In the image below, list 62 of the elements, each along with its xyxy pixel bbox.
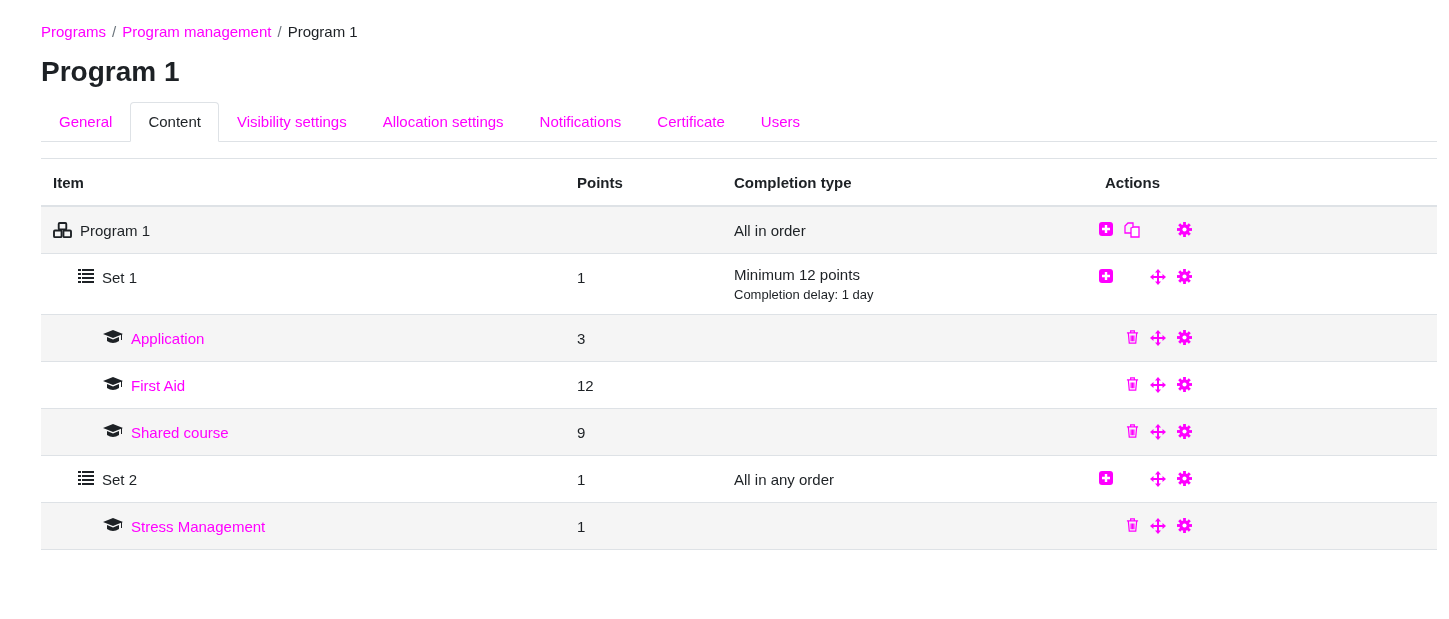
breadcrumb-current: Program 1 bbox=[287, 22, 358, 40]
move-icon[interactable] bbox=[1150, 518, 1166, 534]
settings-icon[interactable] bbox=[1176, 424, 1192, 439]
cubes-icon bbox=[53, 222, 72, 239]
breadcrumb-link[interactable]: Program management bbox=[122, 22, 272, 40]
column-header: Item bbox=[52, 172, 85, 193]
breadcrumb-separator: / bbox=[112, 22, 117, 40]
course-link[interactable]: Stress Management bbox=[131, 518, 266, 535]
course-link[interactable]: First Aid bbox=[131, 377, 186, 394]
add-icon[interactable] bbox=[1099, 222, 1113, 236]
trash-icon[interactable] bbox=[1125, 518, 1139, 532]
points-value: 9 bbox=[577, 424, 586, 441]
add-icon[interactable] bbox=[1099, 269, 1113, 283]
tab[interactable]: Users bbox=[742, 102, 818, 142]
graduation-cap-icon bbox=[103, 518, 123, 532]
copy-icon[interactable] bbox=[1124, 222, 1140, 238]
settings-icon[interactable] bbox=[1176, 330, 1192, 345]
page-title: Program 1 bbox=[41, 56, 181, 88]
completion-type: Minimum 12 points bbox=[734, 266, 860, 283]
graduation-cap-icon bbox=[103, 330, 123, 344]
move-icon[interactable] bbox=[1150, 471, 1166, 487]
graduation-cap-icon bbox=[103, 424, 123, 438]
column-header: Completion type bbox=[733, 172, 853, 193]
breadcrumb-separator: / bbox=[277, 22, 282, 40]
list-icon bbox=[78, 269, 94, 283]
move-icon[interactable] bbox=[1150, 377, 1166, 393]
add-icon[interactable] bbox=[1099, 471, 1113, 485]
completion-type: All in order bbox=[734, 221, 806, 239]
move-icon[interactable] bbox=[1150, 330, 1166, 346]
settings-icon[interactable] bbox=[1176, 518, 1192, 533]
completion-type: All in any order bbox=[734, 470, 835, 488]
breadcrumb-link[interactable]: Programs bbox=[41, 22, 107, 40]
move-icon[interactable] bbox=[1150, 269, 1166, 285]
points-value: 1 bbox=[577, 269, 586, 286]
graduation-cap-icon bbox=[103, 377, 123, 391]
points-value: 3 bbox=[577, 330, 586, 347]
points-value: 1 bbox=[577, 471, 586, 488]
column-header: Actions bbox=[1104, 172, 1161, 193]
column-header: Points bbox=[576, 172, 624, 193]
course-link[interactable]: Shared course bbox=[131, 424, 229, 441]
tab[interactable]: Notifications bbox=[521, 102, 640, 142]
trash-icon[interactable] bbox=[1125, 330, 1139, 344]
tab[interactable]: Allocation settings bbox=[364, 102, 522, 142]
tab[interactable]: Certificate bbox=[639, 102, 743, 142]
trash-icon[interactable] bbox=[1125, 377, 1139, 391]
item-name: Program 1 bbox=[80, 222, 151, 239]
completion-delay: Completion delay: 1 day bbox=[734, 287, 874, 302]
list-icon bbox=[78, 471, 94, 485]
settings-icon[interactable] bbox=[1176, 269, 1192, 284]
tab[interactable]: General bbox=[41, 102, 131, 142]
item-name: Set 1 bbox=[102, 269, 138, 286]
settings-icon[interactable] bbox=[1176, 222, 1192, 237]
course-link[interactable]: Application bbox=[131, 330, 205, 347]
tab[interactable]: Visibility settings bbox=[218, 102, 365, 142]
item-name: Set 2 bbox=[102, 471, 138, 488]
trash-icon[interactable] bbox=[1125, 424, 1139, 438]
settings-icon[interactable] bbox=[1176, 471, 1192, 486]
settings-icon[interactable] bbox=[1176, 377, 1192, 392]
points-value: 1 bbox=[577, 518, 586, 535]
move-icon[interactable] bbox=[1150, 424, 1166, 440]
tab[interactable]: Content bbox=[130, 102, 219, 142]
points-value: 12 bbox=[577, 377, 594, 394]
